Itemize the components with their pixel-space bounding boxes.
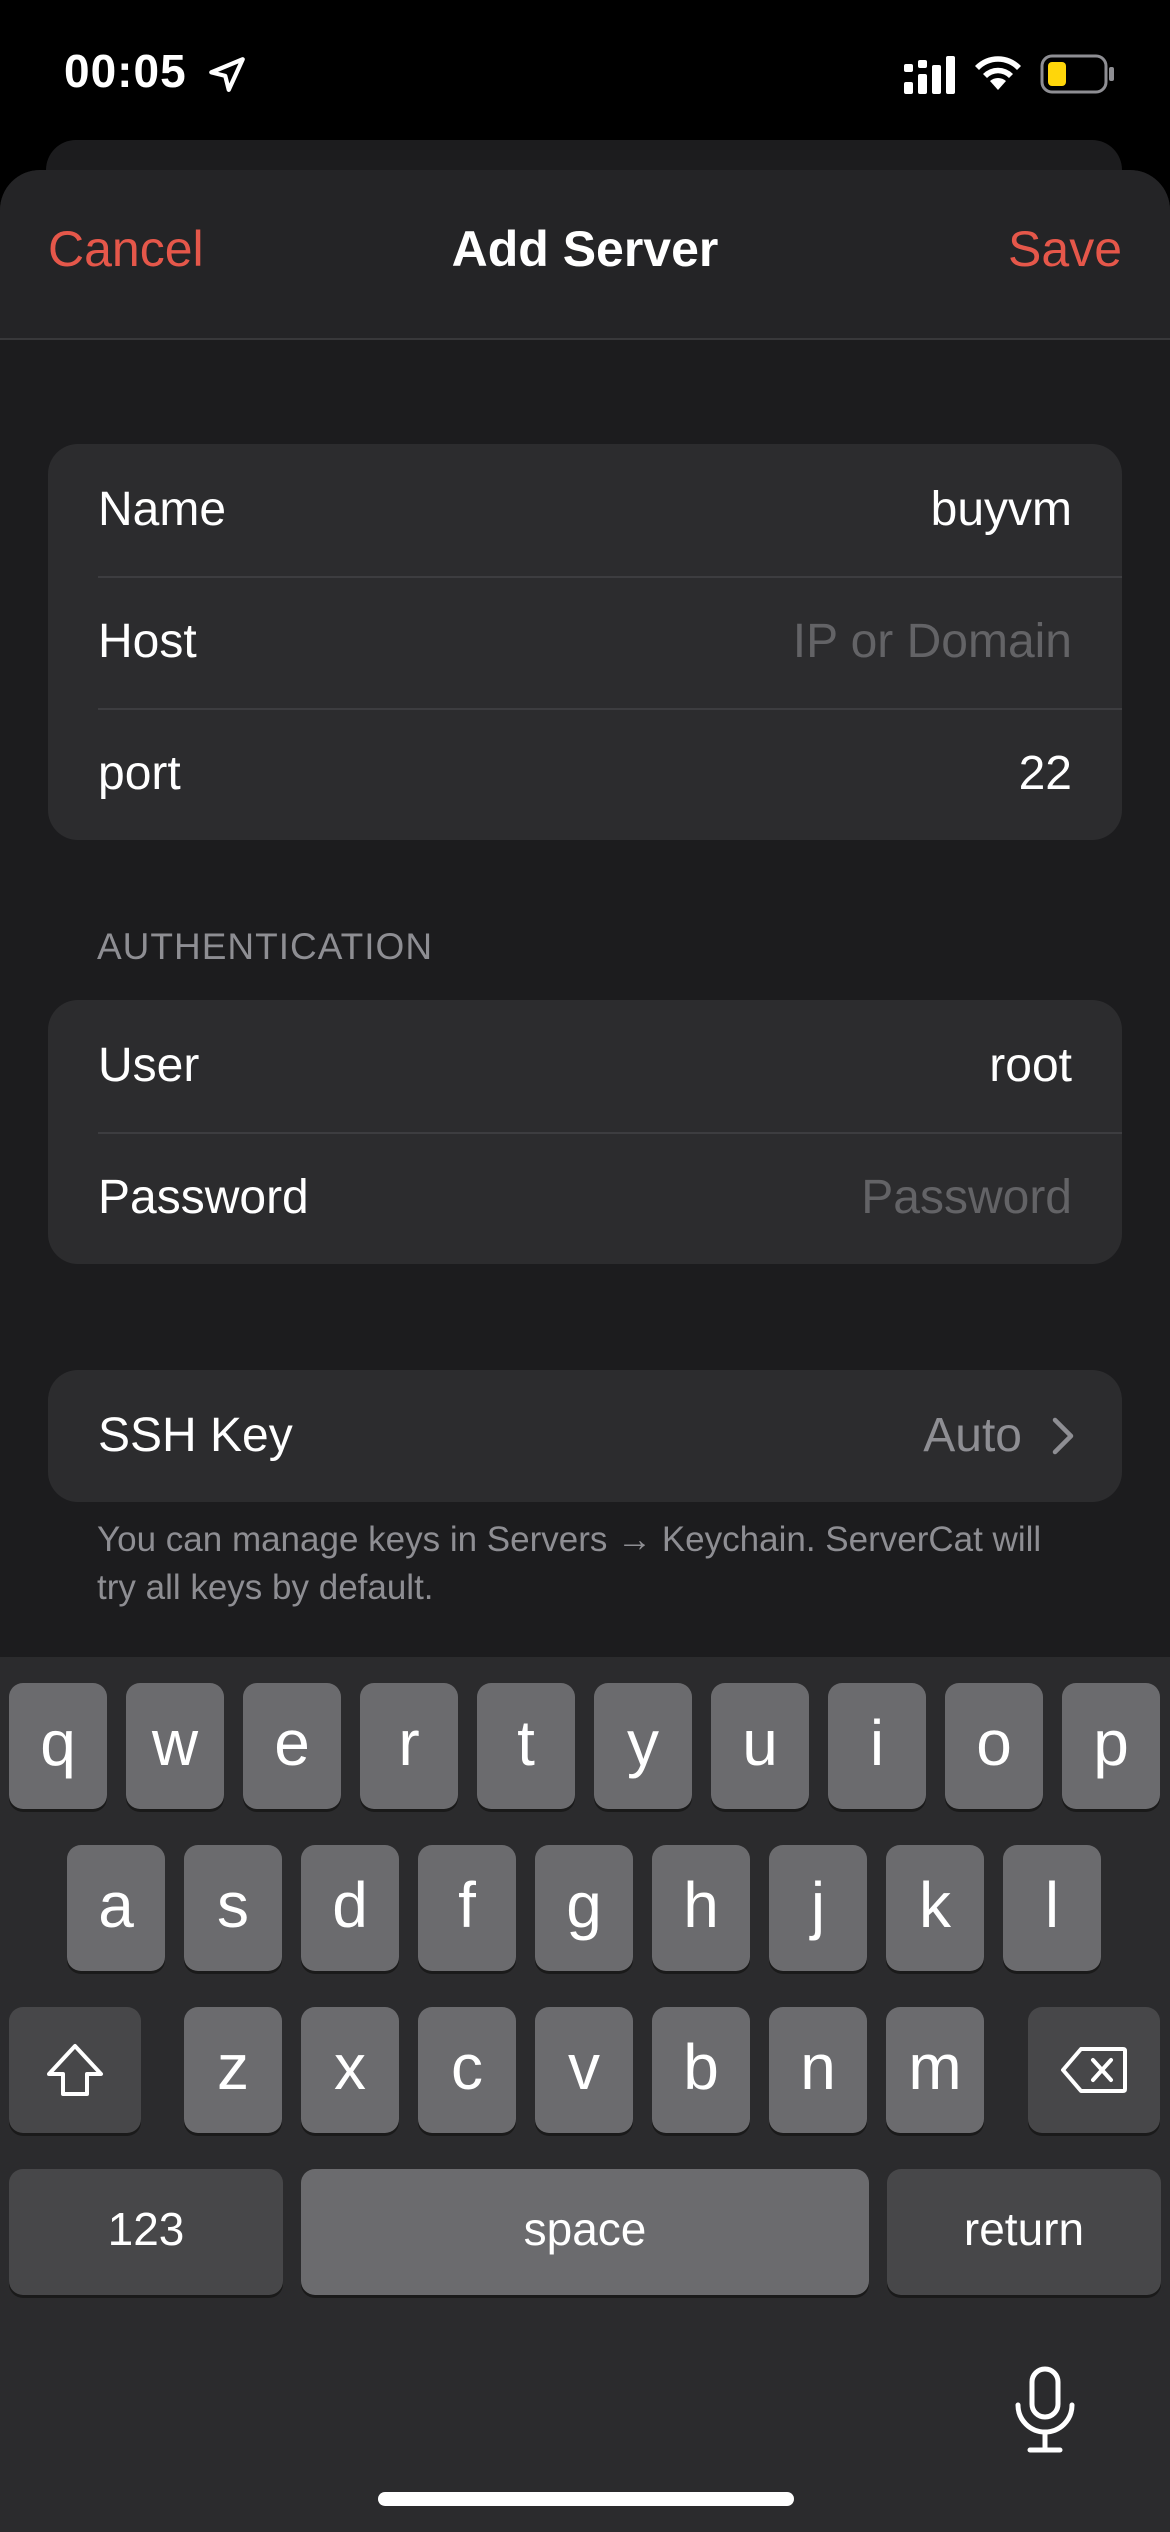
delete-key[interactable] (1028, 2007, 1160, 2133)
status-bar: 00:05 (0, 0, 1170, 140)
authentication-group: User root Password Password (48, 1000, 1122, 1264)
ssh-key-label: SSH Key (98, 1409, 293, 1462)
password-row[interactable]: Password Password (48, 1132, 1122, 1264)
key-e[interactable]: e (243, 1683, 341, 1809)
chevron-right-icon (1052, 1417, 1074, 1455)
key-s[interactable]: s (184, 1845, 282, 1971)
password-field[interactable]: Password (861, 1170, 1072, 1225)
microphone-icon[interactable] (1010, 2365, 1080, 2455)
key-m[interactable]: m (886, 2007, 984, 2133)
page-title: Add Server (451, 221, 719, 277)
wifi-icon (975, 56, 1021, 90)
password-label: Password (98, 1171, 309, 1224)
host-field[interactable]: IP or Domain (793, 614, 1072, 669)
user-field[interactable]: root (989, 1038, 1072, 1093)
key-c[interactable]: c (418, 2007, 516, 2133)
user-row[interactable]: User root (48, 1000, 1122, 1132)
user-label: User (98, 1039, 200, 1092)
key-z[interactable]: z (184, 2007, 282, 2133)
ssh-key-footnote: You can manage keys in Servers → Keychai… (97, 1520, 1042, 1607)
key-d[interactable]: d (301, 1845, 399, 1971)
save-button[interactable]: Save (1008, 220, 1122, 278)
key-t[interactable]: t (477, 1683, 575, 1809)
key-n[interactable]: n (769, 2007, 867, 2133)
return-key[interactable]: return (887, 2169, 1161, 2295)
key-l[interactable]: l (1003, 1845, 1101, 1971)
name-row[interactable]: Name buyvm (48, 444, 1122, 576)
key-f[interactable]: f (418, 1845, 516, 1971)
key-x[interactable]: x (301, 2007, 399, 2133)
location-arrow-icon (209, 57, 245, 92)
status-time: 00:05 (64, 45, 187, 97)
port-field[interactable]: 22 (1019, 746, 1072, 801)
authentication-section-header: AUTHENTICATION (97, 926, 434, 967)
key-b[interactable]: b (652, 2007, 750, 2133)
key-o[interactable]: o (945, 1683, 1043, 1809)
numbers-key[interactable]: 123 (9, 2169, 283, 2295)
host-row[interactable]: Host IP or Domain (48, 576, 1122, 708)
key-u[interactable]: u (711, 1683, 809, 1809)
port-row[interactable]: port 22 (48, 708, 1122, 840)
key-q[interactable]: q (9, 1683, 107, 1809)
key-v[interactable]: v (535, 2007, 633, 2133)
space-key[interactable]: space (301, 2169, 869, 2295)
ssh-key-value: Auto (923, 1409, 1022, 1462)
ssh-key-group: SSH Key Auto (48, 1370, 1122, 1502)
key-a[interactable]: a (67, 1845, 165, 1971)
key-k[interactable]: k (886, 1845, 984, 1971)
delete-backward-icon (1061, 2047, 1127, 2093)
screen: 00:05 Cancel Add Server Save Name buyvm … (0, 0, 1170, 2532)
server-details-group: Name buyvm Host IP or Domain port 22 (48, 444, 1122, 840)
key-p[interactable]: p (1062, 1683, 1160, 1809)
battery-icon (1040, 54, 1114, 94)
key-h[interactable]: h (652, 1845, 750, 1971)
ssh-key-row[interactable]: SSH Key Auto (48, 1370, 1122, 1502)
shift-key[interactable] (9, 2007, 141, 2133)
key-j[interactable]: j (769, 1845, 867, 1971)
key-i[interactable]: i (828, 1683, 926, 1809)
home-indicator (378, 2492, 794, 2506)
cellular-signal-icon (904, 56, 955, 94)
name-label: Name (98, 483, 227, 536)
shift-icon (47, 2044, 103, 2096)
key-w[interactable]: w (126, 1683, 224, 1809)
key-y[interactable]: y (594, 1683, 692, 1809)
port-label: port (98, 747, 181, 800)
host-label: Host (98, 615, 197, 668)
navigation-bar: Cancel Add Server Save (0, 170, 1170, 340)
name-field[interactable]: buyvm (931, 482, 1072, 537)
keyboard: q w e r t y u i o p a s d f g h j k l z … (0, 1657, 1170, 2532)
key-g[interactable]: g (535, 1845, 633, 1971)
key-r[interactable]: r (360, 1683, 458, 1809)
